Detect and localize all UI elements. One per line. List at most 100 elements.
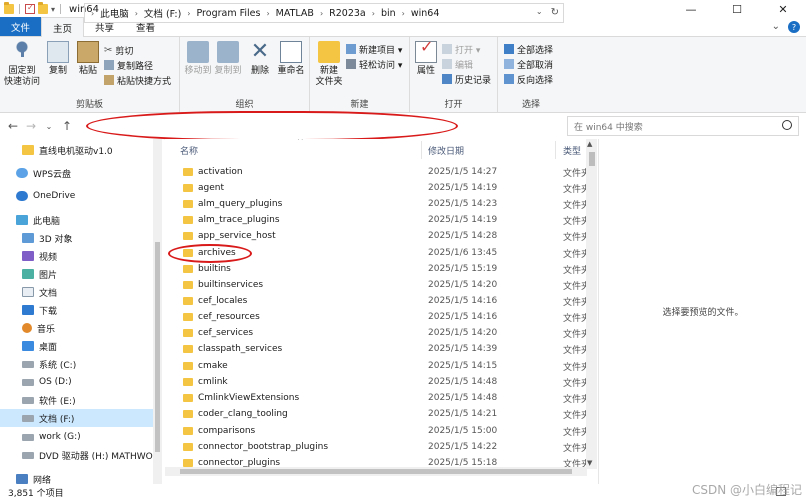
table-row[interactable]: app_service_host 2025/1/5 14:28 文件夹 [165,228,597,244]
table-row[interactable]: cef_services 2025/1/5 14:20 文件夹 [165,325,597,341]
table-row[interactable]: cmake 2025/1/5 14:15 文件夹 [165,358,597,374]
list-scrollbar-thumb[interactable] [589,152,595,166]
scroll-down-icon[interactable]: ▼ [587,459,592,467]
column-header-type[interactable]: 类型 [563,139,581,161]
table-row[interactable]: cef_locales 2025/1/5 14:16 文件夹 [165,293,597,309]
history-button[interactable]: 历史记录 [442,72,491,86]
breadcrumb-item[interactable]: R2023a [329,8,366,19]
breadcrumb-item[interactable]: MATLAB [276,8,314,19]
pin-icon [11,41,33,63]
tab-file[interactable]: 文件 [0,17,42,36]
tab-home[interactable]: 主页 [41,17,85,37]
nav-item-drive-c[interactable]: 系统 (C:) [22,355,76,373]
nav-item-drive-f[interactable]: 文档 (F:) [0,409,153,427]
chevron-down-icon[interactable]: ⌄ [40,122,58,131]
new-folder-button[interactable]: 新建 文件夹 [314,41,344,88]
table-row[interactable]: coder_clang_tooling 2025/1/5 14:21 文件夹 [165,406,597,422]
breadcrumb-item[interactable]: 此电脑 [100,6,129,20]
table-row[interactable]: classpath_services 2025/1/5 14:39 文件夹 [165,341,597,357]
file-name: builtinservices [198,280,264,290]
open-button[interactable]: 打开 ▾ [442,42,480,56]
invert-selection-button[interactable]: 反向选择 [504,72,553,86]
chevron-down-icon[interactable]: ⌄ [772,21,780,33]
close-button[interactable]: ✕ [760,0,806,18]
table-row[interactable]: CmlinkViewExtensions 2025/1/5 14:48 文件夹 [165,390,597,406]
copy-path-button[interactable]: 复制路径 [104,58,153,72]
properties-icon[interactable] [25,3,35,14]
new-item-icon [346,44,356,54]
copy-button[interactable]: 复制 [46,41,70,77]
column-divider[interactable] [555,141,556,159]
nav-item-drive-g[interactable]: work (G:) [22,428,81,446]
nav-item-label: 音乐 [37,324,56,335]
copy-to-button[interactable]: 复制到 [214,41,242,77]
minimize-button[interactable]: — [668,0,714,18]
horizontal-scrollbar-thumb[interactable] [180,469,572,474]
nav-item-network[interactable]: 网络 [16,470,51,484]
folder-icon [183,394,193,402]
table-row[interactable]: agent 2025/1/5 14:19 文件夹 [165,180,597,196]
nav-item-downloads[interactable]: 下载 [22,301,57,319]
maximize-button[interactable]: ☐ [714,0,760,18]
table-row[interactable]: alm_query_plugins 2025/1/5 14:23 文件夹 [165,196,597,212]
move-to-button[interactable]: 移动到 [184,41,212,77]
list-scrollbar[interactable] [586,139,597,469]
select-all-button[interactable]: 全部选择 [504,42,553,56]
properties-button[interactable]: 属性 [414,41,438,77]
easy-access-button[interactable]: 轻松访问 ▾ [346,57,402,71]
table-row[interactable]: comparisons 2025/1/5 15:00 文件夹 [165,423,597,439]
breadcrumb-item[interactable]: bin [381,8,396,19]
address-bar[interactable]: › 此电脑 › 文档 (F:) › Program Files › MATLAB › R… [84,3,564,23]
rename-button[interactable]: 重命名 [276,41,306,77]
nav-item-3d-objects[interactable]: 3D 对象 [22,229,73,247]
nav-item-pinned-folder[interactable]: 直线电机驱动v1.0 [22,141,113,159]
copy-to-label: 复制到 [214,66,242,76]
search-input[interactable]: 在 win64 中搜索 [567,116,799,136]
nav-item-this-pc[interactable]: 此电脑 [16,211,60,229]
table-row[interactable]: activation 2025/1/5 14:27 文件夹 [165,164,597,180]
refresh-icon[interactable]: ↻ [551,7,559,18]
breadcrumb-item[interactable]: Program Files [197,8,261,19]
breadcrumb-item[interactable]: win64 [411,8,440,19]
nav-item-drive-e[interactable]: 软件 (E:) [22,391,76,409]
table-row[interactable]: builtinservices 2025/1/5 14:20 文件夹 [165,277,597,293]
folder-icon [183,410,193,418]
search-icon[interactable] [782,120,792,130]
cut-button[interactable]: ✂ 剪切 [104,43,133,57]
nav-item-dvd-drive[interactable]: DVD 驱动器 (H:) MATHWORKS [22,446,162,464]
nav-item-onedrive[interactable]: OneDrive [16,187,75,205]
new-item-button[interactable]: 新建项目 ▾ [346,42,402,56]
table-row[interactable]: connector_bootstrap_plugins 2025/1/5 14:2… [165,439,597,455]
nav-item-wps-cloud[interactable]: WPS云盘 [16,164,71,182]
table-row[interactable]: alm_trace_plugins 2025/1/5 14:19 文件夹 [165,212,597,228]
column-header-name[interactable]: 名称 [180,139,198,161]
edit-button[interactable]: 编辑 [442,57,473,71]
paste-button[interactable]: 粘贴 [76,41,100,77]
pin-quick-access-button[interactable]: 固定到 快速访问 [4,41,40,88]
nav-item-pictures[interactable]: 图片 [22,265,57,283]
nav-item-desktop[interactable]: 桌面 [22,337,57,355]
table-row[interactable]: archives 2025/1/6 13:45 文件夹 [165,245,597,261]
up-arrow-icon[interactable]: ↑ [58,119,76,133]
breadcrumb-item[interactable]: 文档 (F:) [144,6,181,20]
nav-item-music[interactable]: 音乐 [22,319,55,337]
new-folder-icon[interactable] [38,2,48,14]
table-row[interactable]: cef_resources 2025/1/5 14:16 文件夹 [165,309,597,325]
delete-button[interactable]: ✕ 删除 [248,41,272,77]
chevron-down-icon[interactable]: ⌄ [536,7,543,18]
nav-item-videos[interactable]: 视频 [22,247,57,265]
help-icon[interactable]: ? [788,21,800,33]
chevron-down-icon[interactable]: ▾ [51,5,55,14]
column-header-date[interactable]: 修改日期 [428,139,464,161]
nav-scrollbar-thumb[interactable] [155,242,160,452]
scroll-up-icon[interactable]: ▲ [587,140,592,148]
table-row[interactable]: cmlink 2025/1/5 14:48 文件夹 [165,374,597,390]
select-none-button[interactable]: 全部取消 [504,57,553,71]
table-row[interactable]: builtins 2025/1/5 15:19 文件夹 [165,261,597,277]
column-divider[interactable] [421,141,422,159]
nav-item-drive-d[interactable]: OS (D:) [22,373,72,391]
back-arrow-icon[interactable]: ← [4,119,22,133]
paste-shortcut-button[interactable]: 粘贴快捷方式 [104,73,171,87]
nav-item-documents[interactable]: 文档 [22,283,57,301]
forward-arrow-icon[interactable]: → [22,119,40,133]
